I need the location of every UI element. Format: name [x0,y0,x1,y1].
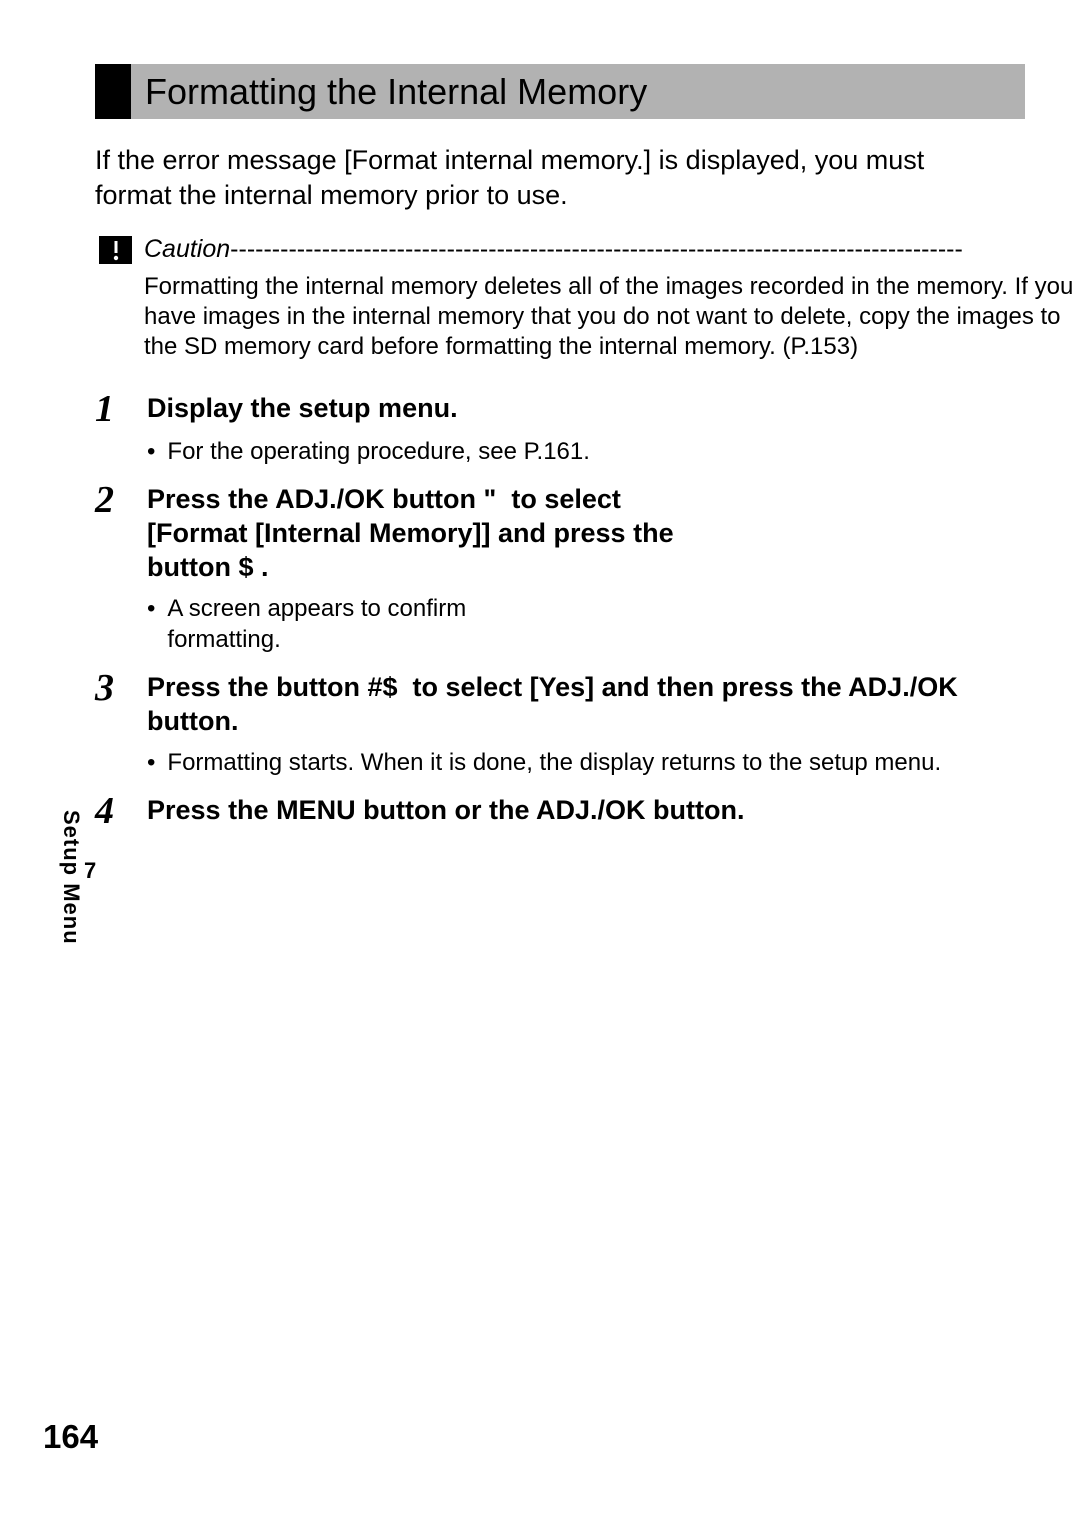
section-title-bar: Formatting the Internal Memory [95,64,1025,119]
step-bullet-text: Formatting starts. When it is done, the … [167,747,941,778]
step-title: Display the setup menu. [147,388,1007,426]
step-bullet-text: For the operating procedure, see P.161. [167,436,590,467]
step-bullet: • A screen appears to confirm formatting… [147,593,1080,655]
bullet-dot-icon: • [147,747,155,778]
step-title: Press the button #$ to select [Yes] and … [147,667,1007,739]
step-bullet: • For the operating procedure, see P.161… [147,436,1080,467]
bullet-dot-icon: • [147,593,155,655]
step-number: 3 [95,667,135,707]
caution-dashes: ----------------------------------------… [230,235,963,264]
section-title: Formatting the Internal Memory [145,71,647,113]
step-title: Press the MENU button or the ADJ./OK but… [147,790,1007,828]
caution-heading: Caution --------------------------------… [99,235,1080,264]
step-bullet-text: A screen appears to confirm formatting. [167,593,527,655]
step-4: 4 Press the MENU button or the ADJ./OK b… [95,790,1080,830]
caution-body: Formatting the internal memory deletes a… [144,272,1080,362]
step-number: 2 [95,479,135,519]
step-title: Press the ADJ./OK button " to select [Fo… [147,479,707,584]
bullet-dot-icon: • [147,436,155,467]
caution-icon [99,236,132,264]
side-chapter-tab: 7 Setup Menu [58,810,96,945]
step-1: 1 Display the setup menu. • For the oper… [95,388,1080,467]
chapter-label: Setup Menu [58,810,84,945]
steps-list: 1 Display the setup menu. • For the oper… [95,388,1080,830]
intro-paragraph: If the error message [Format internal me… [95,143,995,213]
manual-page: Formatting the Internal Memory If the er… [0,0,1080,830]
step-2: 2 Press the ADJ./OK button " to select [… [95,479,1080,655]
chapter-number: 7 [84,858,96,884]
section-marker [95,64,131,119]
step-number: 4 [95,790,135,830]
step-bullet: • Formatting starts. When it is done, th… [147,747,1080,778]
caution-label: Caution [144,235,230,264]
page-number: 164 [43,1418,98,1456]
step-3: 3 Press the button #$ to select [Yes] an… [95,667,1080,778]
step-number: 1 [95,388,135,428]
